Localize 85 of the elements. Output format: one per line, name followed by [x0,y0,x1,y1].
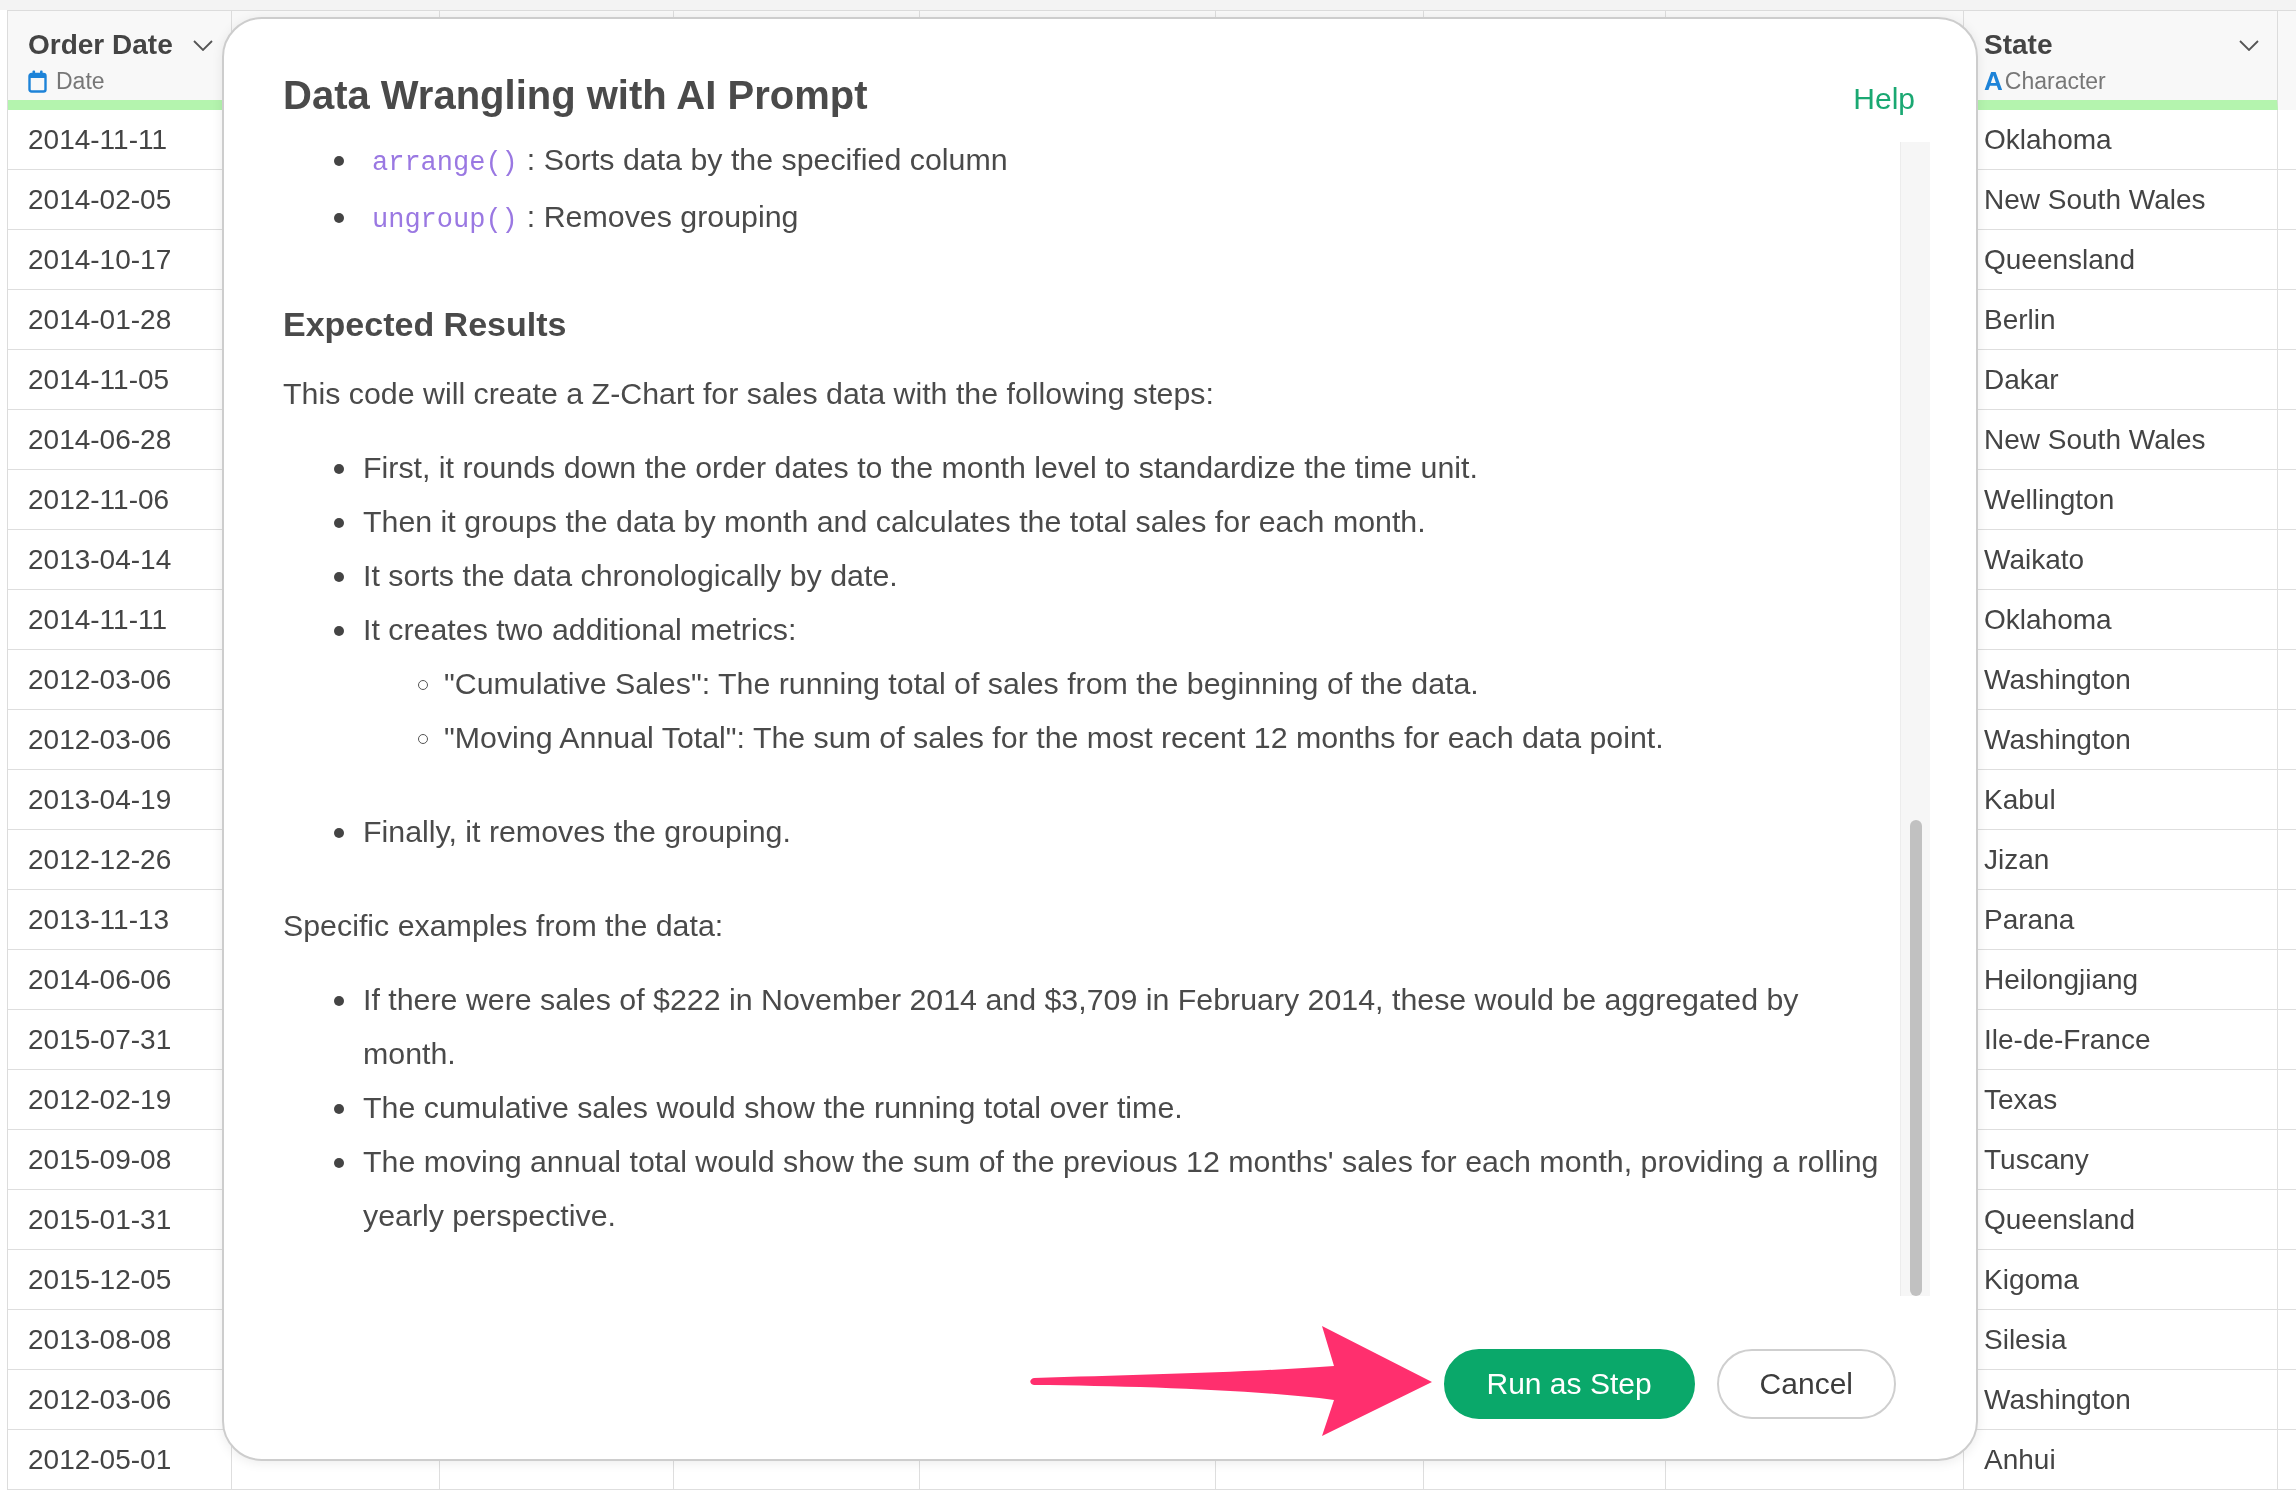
table-cell-text: 2014-10-17 [27,243,172,277]
bullet-icon [334,626,344,636]
table-cell-text: Silesia [1983,1323,2067,1357]
table-cell-text: 2013-04-19 [27,783,172,817]
list-item-text: If there were sales of $222 in November 2014 and $3,709 in February 2014, these would be aggregated by month. [363,982,1800,1072]
table-cell-text: Washington [1983,723,2131,757]
table-cell-text: Oklahoma [1983,123,2112,157]
list-item-text: Finally, it removes the grouping. [363,814,792,850]
help-link[interactable]: Help [1853,82,1915,116]
chevron-down-icon[interactable] [2239,39,2259,51]
column-name: State [1984,28,2053,62]
run-button[interactable]: Run as Step [1443,1349,1695,1419]
table-cell-text: 2012-03-06 [27,663,172,697]
list-item-text: It sorts the data chronologically by date. [363,558,899,594]
table-cell-text: 2012-11-06 [27,483,170,517]
table-cell-text: Ile-de-France [1983,1023,2151,1057]
column-name: Order Date [28,28,173,62]
bullet-icon [334,1104,344,1114]
table-cell-text: 2013-11-13 [27,903,170,937]
table-cell-text: 2015-01-31 [27,1203,172,1237]
cancel-button[interactable]: Cancel [1716,1349,1896,1419]
paragraph: This code will create a Z-Chart for sales data with the following steps: [283,376,1215,412]
table-cell-text: Anhui [1983,1443,2056,1477]
list-item-text: arrange() : Sorts data by the specified column [371,142,1009,180]
table-cell-text: 2015-07-31 [27,1023,172,1057]
table-cell-text: Queensland [1983,1203,2135,1237]
list-item-text: ungroup() : Removes grouping [371,199,800,237]
section-heading: Expected Results [283,304,568,344]
table-cell-text: Wellington [1983,483,2115,517]
table-cell-text: 2014-11-11 [27,603,168,637]
list-item-text: First, it rounds down the order dates to the month level to standardize the time unit. [363,450,1479,486]
list-item-text: "Cumulative Sales": The running total of sales from the beginning of the data. [444,666,1480,702]
table-cell-text: Kabul [1983,783,2056,817]
list-item-text: The moving annual total would show the sum of the previous 12 months' sales for each month, providing a rolling yearly perspective. [363,1144,1880,1234]
bullet-icon [334,572,344,582]
table-cell-text: 2012-03-06 [27,723,172,757]
table-cell-text: Jizan [1983,843,2050,877]
table-cell-text: 2014-06-28 [27,423,172,457]
paragraph: Specific examples from the data: [283,908,725,944]
bullet-icon [334,996,344,1006]
list-item-text: "Moving Annual Total": The sum of sales for the most recent 12 months for each data point. [444,720,1665,756]
table-cell-text: 2014-11-11 [27,123,168,157]
table-cell-text: Heilongjiang [1983,963,2139,997]
list-item-text: It creates two additional metrics: [363,612,798,648]
list-item-text: The cumulative sales would show the running total over time. [363,1090,1184,1126]
calendar-icon [28,69,47,93]
table-cell-text: Washington [1983,1383,2131,1417]
table-cell-text: 2014-06-06 [27,963,172,997]
table-cell-text: 2014-11-05 [27,363,170,397]
table-cell-text: 2014-02-05 [27,183,172,217]
bullet-icon [334,464,344,474]
table-cell-text: Parana [1983,903,2075,937]
bullet-icon [334,828,344,838]
table-cell-text: Oklahoma [1983,603,2112,637]
table-cell-text: Dakar [1983,363,2059,397]
table-cell-text: 2013-08-08 [27,1323,172,1357]
table-cell-text: Washington [1983,663,2131,697]
table-cell-text: New South Wales [1983,423,2206,457]
chevron-down-icon[interactable] [193,39,213,51]
table-cell-text: Queensland [1983,243,2135,277]
dialog-title: Data Wrangling with AI Prompt [283,72,868,119]
table-cell-text: 2012-02-19 [27,1083,172,1117]
bullet-icon [334,518,344,528]
table-cell-text: New South Wales [1983,183,2206,217]
bullet-icon [334,213,344,223]
scrollbar-thumb[interactable] [1909,820,1922,1296]
table-cell-text: Berlin [1983,303,2056,337]
bullet-icon [334,156,344,166]
column-type: Date [56,68,105,94]
table-cell-text: 2015-09-08 [27,1143,172,1177]
table-cell-text: Tuscany [1983,1143,2089,1177]
table-cell-text: 2012-03-06 [27,1383,172,1417]
scrollbar[interactable] [1900,142,1930,1296]
table-cell-text: 2014-01-28 [27,303,172,337]
table-cell-text: Kigoma [1983,1263,2079,1297]
table-cell-text: 2012-12-26 [27,843,172,877]
bullet-icon [334,1158,344,1168]
table-cell-text: Waikato [1983,543,2085,577]
table-cell-text: 2012-05-01 [27,1443,172,1477]
column-type: Character [2004,68,2106,94]
table-cell-text: 2015-12-05 [27,1263,172,1297]
list-item-text: Then it groups the data by month and calculates the total sales for each month. [363,504,1427,540]
table-cell-text: 2013-04-14 [27,543,172,577]
table-cell-text: Texas [1983,1083,2058,1117]
type-glyph: A [1984,68,2003,94]
